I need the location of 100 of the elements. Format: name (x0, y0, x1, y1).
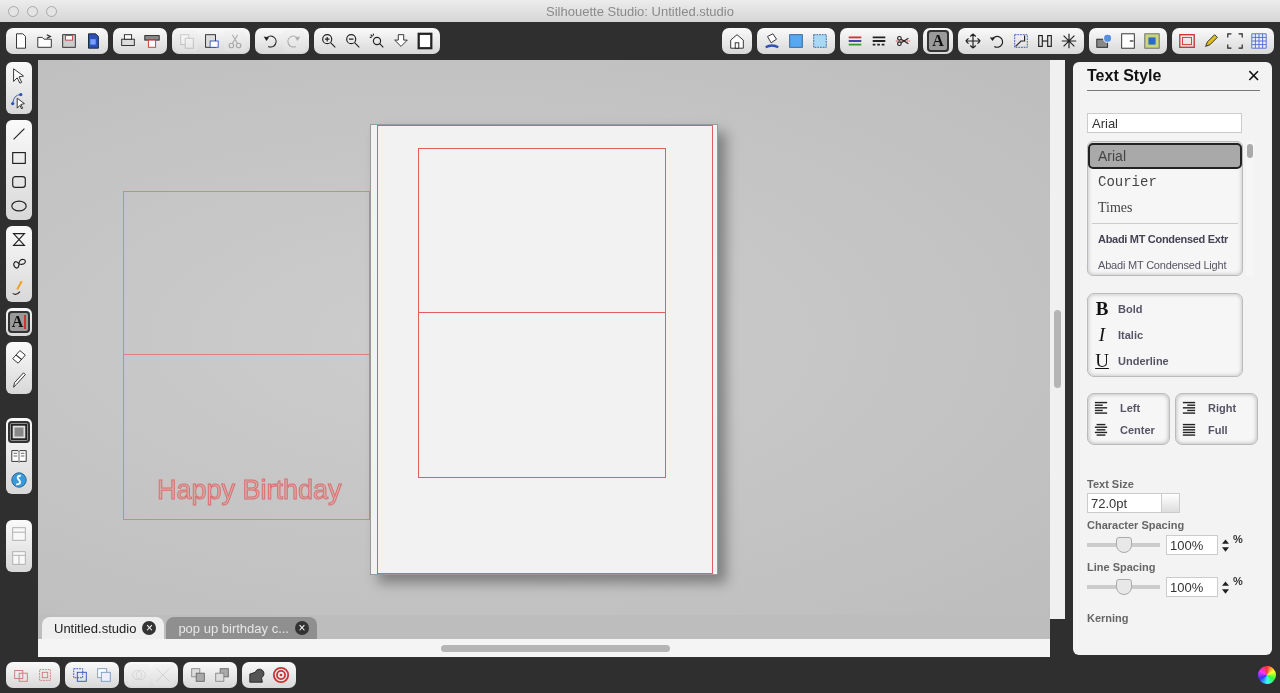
house-icon (728, 32, 746, 50)
alignment-option[interactable]: Left (1094, 397, 1141, 419)
close-button[interactable]: × (1247, 66, 1260, 86)
node-pointer-icon (10, 91, 28, 109)
font-list-item[interactable]: Arial (1088, 143, 1242, 169)
book-icon (10, 447, 28, 465)
grid-button[interactable] (1248, 30, 1270, 52)
down-arrow-icon (392, 32, 410, 50)
grid-icon (1250, 32, 1268, 50)
document-tab[interactable]: pop up birthday c... × (166, 617, 317, 639)
ungroup-icon (36, 666, 54, 684)
select-box-icon (71, 666, 89, 684)
circle-logo-button[interactable] (8, 469, 30, 491)
offset-square-icon (1178, 32, 1196, 50)
gradient-square-icon (787, 32, 805, 50)
text-tool-button[interactable]: A (927, 30, 949, 52)
field-label: Kerning (1087, 612, 1129, 624)
align-full-icon (1182, 423, 1196, 437)
close-tab-button[interactable]: × (294, 621, 309, 635)
spacing-field[interactable]: 100% (1166, 535, 1218, 555)
text-size-dropdown[interactable]: 72.0pt (1087, 493, 1180, 513)
split-panel-icon (10, 549, 28, 567)
corner-brackets-button[interactable] (1224, 30, 1246, 52)
scrollbar-thumb[interactable] (1247, 144, 1253, 158)
align-center-icon (1094, 423, 1108, 437)
font-list-item[interactable]: Times (1088, 195, 1242, 221)
knife-icon (10, 371, 28, 389)
style-option[interactable]: B Bold (1094, 296, 1143, 322)
scissors-icon (226, 32, 244, 50)
page-square-icon (10, 423, 28, 441)
tab-label[interactable]: Untitled.studio (54, 620, 137, 636)
cross-icon (154, 666, 172, 684)
field-label: Character Spacing (1087, 519, 1185, 531)
style-glyph: I (1097, 324, 1107, 346)
style-option[interactable]: U Underline (1094, 348, 1169, 374)
corner-brackets-icon (1226, 32, 1244, 50)
align-left-icon (1094, 401, 1108, 415)
target-icon (272, 666, 290, 684)
shape-icon (248, 666, 266, 684)
alignment-option[interactable]: Full (1182, 419, 1228, 441)
duplicate-icon (95, 666, 113, 684)
page-square-button[interactable] (8, 421, 30, 443)
panel-icon (10, 525, 28, 543)
stepper-arrows-icon[interactable] (1222, 537, 1229, 553)
outlined-text: Happy Birthday (157, 475, 342, 506)
dotted-square-icon (811, 32, 829, 50)
document-tab[interactable]: Untitled.studio × (42, 617, 165, 639)
close-tab-button[interactable]: × (142, 621, 157, 635)
align-bars-icon (1036, 32, 1054, 50)
rectangle-icon (10, 149, 28, 167)
align-right-icon (1182, 401, 1196, 415)
style-glyph: U (1094, 350, 1110, 372)
scrollbar-thumb[interactable] (441, 645, 670, 652)
style-option[interactable]: I Italic (1094, 322, 1144, 348)
unit-label: % (1233, 533, 1243, 545)
vertical-scrollbar[interactable] (1050, 60, 1065, 619)
move-arrows-icon (964, 32, 982, 50)
move-arrows-button[interactable] (962, 30, 984, 52)
cutter-icon (143, 32, 161, 50)
copy-icon (178, 32, 196, 50)
field-label: Text Size (1087, 478, 1134, 490)
shop-badge-icon (1095, 32, 1113, 50)
bring-front-icon (189, 666, 207, 684)
paint-bucket-icon (763, 32, 781, 50)
colour-wheel-icon[interactable] (1258, 666, 1276, 684)
slider-thumb[interactable] (1115, 537, 1132, 553)
zoom-out-icon (344, 32, 362, 50)
unit-label: % (1233, 575, 1243, 587)
registration-square-icon (1143, 32, 1161, 50)
eraser-icon (10, 347, 28, 365)
target-button[interactable] (270, 664, 292, 686)
scale-box-icon (1012, 32, 1030, 50)
scrollbar-thumb[interactable] (1054, 310, 1061, 388)
send-back-icon (213, 666, 231, 684)
page-frame-icon (1119, 32, 1137, 50)
registration-square-button[interactable] (1141, 30, 1163, 52)
text-tool-button[interactable]: A (8, 311, 30, 333)
rounded-rectangle-icon (10, 173, 28, 191)
panel-title: Text Style (1087, 67, 1162, 85)
alignment-option[interactable]: Right (1182, 397, 1237, 419)
window-title: Silhouette Studio: Untitled.studio (545, 3, 735, 19)
circle-logo-icon (10, 471, 28, 489)
slider-thumb[interactable] (1115, 579, 1132, 595)
font-list-item[interactable]: Abadi MT Condensed Extr (1088, 226, 1242, 252)
horizontal-scrollbar[interactable] (38, 639, 1050, 657)
font-list-item[interactable]: Abadi MT Condensed Light (1088, 252, 1242, 278)
clipboard-icon (202, 32, 220, 50)
spacing-field[interactable]: 100% (1166, 577, 1218, 597)
zoom-in-icon (320, 32, 338, 50)
frame-icon (416, 32, 434, 50)
starburst-icon (1060, 32, 1078, 50)
field-label: Line Spacing (1087, 561, 1156, 573)
font-search-field[interactable]: Arial (1087, 113, 1242, 133)
ellipse-icon (10, 197, 28, 215)
folder-icon (36, 32, 54, 50)
stepper-arrows-icon[interactable] (1222, 579, 1229, 595)
zoom-sparkle-icon (368, 32, 386, 50)
alignment-option[interactable]: Center (1094, 419, 1155, 441)
pencil-icon (1202, 32, 1220, 50)
font-list-item[interactable]: Courier (1088, 169, 1242, 195)
